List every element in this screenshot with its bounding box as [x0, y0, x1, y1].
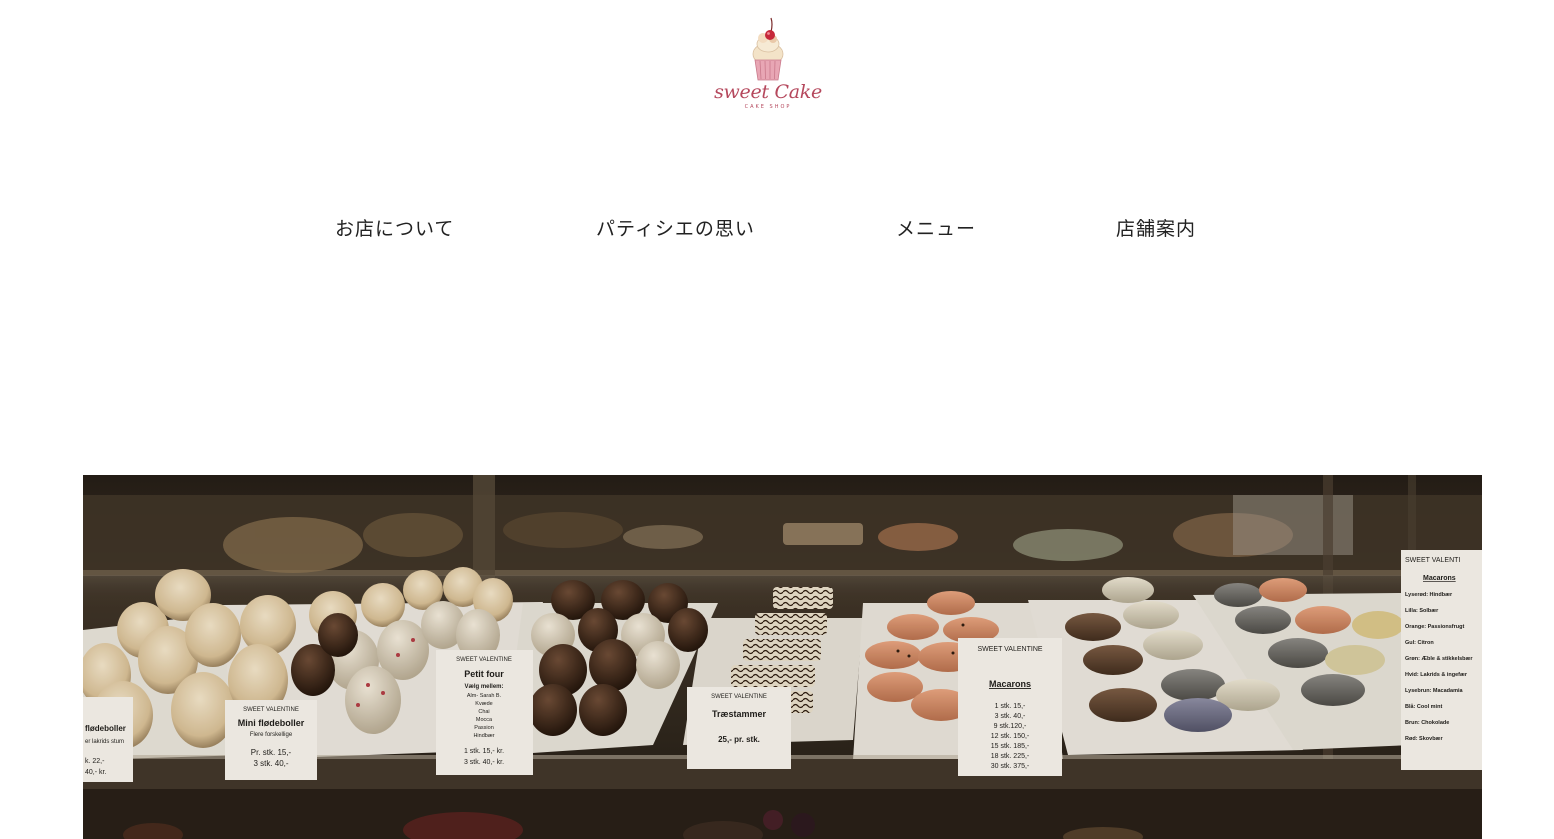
hero-image: flødeboller er lakrids stum k. 22,- 40,-…	[83, 475, 1482, 839]
nav-item-store[interactable]: 店舗案内	[1116, 216, 1196, 242]
cupcake-icon	[752, 17, 784, 81]
logo-title: sweet Cake	[714, 81, 822, 103]
page: sweet Cake CAKE SHOP お店について パティシエの思い メニュ…	[0, 0, 1554, 839]
main-nav: お店について パティシエの思い メニュー 店舗案内	[0, 216, 1554, 246]
nav-item-menu[interactable]: メニュー	[896, 216, 976, 242]
pastry-display-photo: flødeboller er lakrids stum k. 22,- 40,-…	[83, 475, 1482, 839]
site-logo[interactable]: sweet Cake CAKE SHOP	[714, 14, 822, 120]
logo-subtitle: CAKE SHOP	[744, 104, 792, 110]
nav-item-about[interactable]: お店について	[335, 216, 454, 242]
nav-item-patissier[interactable]: パティシエの思い	[596, 216, 755, 242]
